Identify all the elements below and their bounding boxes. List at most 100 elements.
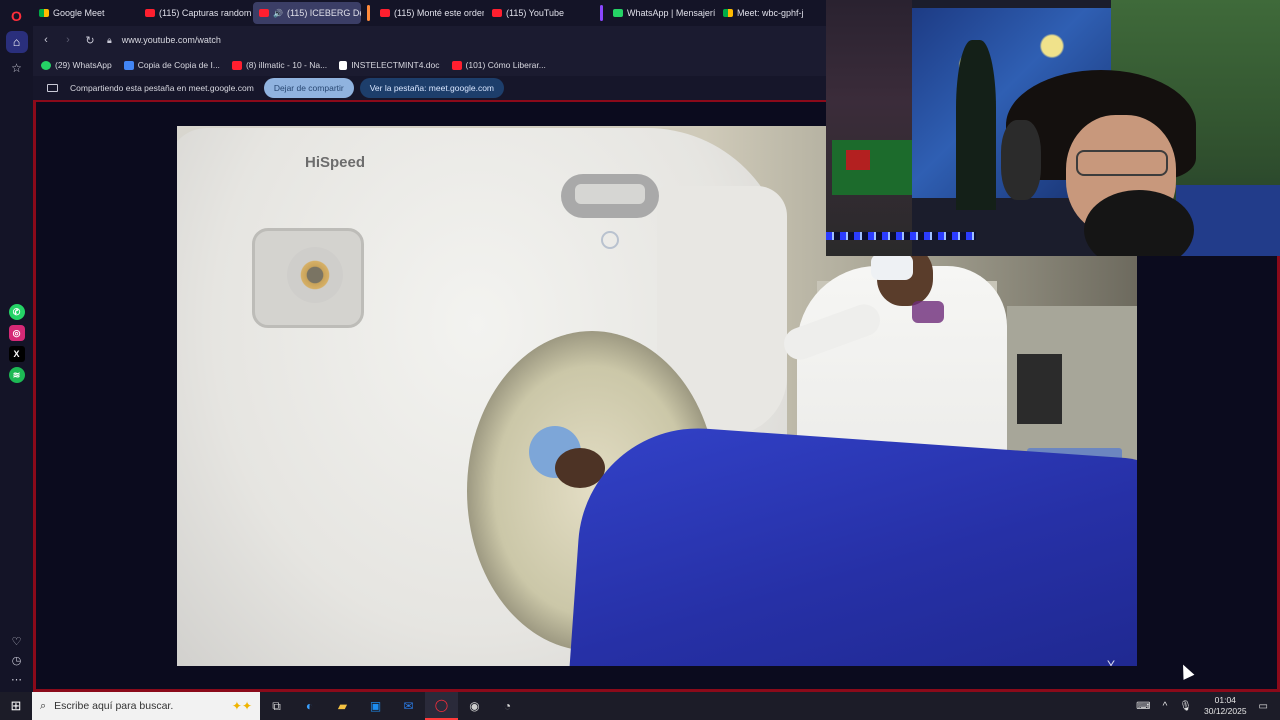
obs-icon[interactable]: ◉ — [458, 692, 491, 720]
scanner-display — [561, 174, 659, 218]
streamer-glasses — [1076, 150, 1168, 176]
x-twitter-icon[interactable]: X — [8, 346, 25, 362]
screen: O ⌂ ☆ ✆ ◎ X ≋ ♡ ◷ ⋯ Google Meet (115) Ca… — [0, 0, 1280, 720]
search-icon: ⌕ — [40, 699, 47, 712]
clock-time: 01:04 — [1214, 695, 1236, 705]
tab-label: (115) YouTube — [506, 8, 565, 18]
bookmark-label: (101) Cómo Liberar... — [465, 60, 546, 70]
youtube-icon — [492, 9, 502, 17]
tab-capturas[interactable]: (115) Capturas random sin — [139, 2, 251, 24]
opera-taskbar-icon[interactable]: ◯ — [425, 692, 458, 720]
speaker-icon: 🔊 — [273, 8, 283, 18]
tab-group-marker — [600, 5, 603, 21]
youtube-icon — [231, 60, 242, 70]
notifications-icon[interactable]: ▭ — [1259, 701, 1268, 712]
bookmark-label: Copia de Copia de I... — [137, 60, 220, 70]
tab-label: Meet: wbc-gphf-j — [737, 8, 804, 18]
search-placeholder: Escribe aquí para buscar. — [54, 700, 174, 712]
webcam-shelf — [832, 140, 912, 195]
youtube-icon — [380, 9, 390, 17]
whatsapp-icon — [41, 60, 51, 70]
bookmark-item[interactable]: INSTELECTMINT4.doc — [339, 60, 440, 70]
bookmark-item[interactable]: (8) illmatic - 10 - Na... — [231, 60, 328, 70]
taskbar-search[interactable]: ⌕ Escribe aquí para buscar. ✦✦ — [32, 692, 260, 720]
tab-whatsapp[interactable]: WhatsApp | Mensajería y — [607, 2, 715, 24]
ge-logo-icon — [601, 231, 619, 249]
youtube-icon — [259, 9, 269, 17]
whatsapp-icon — [613, 9, 623, 17]
tab-monte[interactable]: (115) Monté este ordenad — [374, 2, 484, 24]
address-bar: ‹ › ↻ 🔒︎ www.youtube.com/watch — [33, 26, 826, 54]
sidebar-apps: ✆ ◎ X ≋ — [0, 304, 33, 383]
app-icon[interactable]: ◔ — [491, 692, 524, 720]
sharing-status-text: Compartiendo esta pestaña en meet.google… — [70, 83, 254, 93]
file-explorer-icon[interactable]: ▰ — [326, 692, 359, 720]
screen-share-icon — [47, 84, 58, 92]
heart-icon[interactable]: ♡ — [12, 635, 22, 648]
more-icon[interactable]: ⋯ — [11, 673, 22, 686]
spotify-icon[interactable]: ≋ — [8, 367, 25, 383]
edge-icon[interactable]: ◐ — [293, 692, 326, 720]
forward-icon[interactable]: › — [57, 34, 79, 46]
bookmarks-bar: (29) WhatsApp Copia de Copia de I... (8)… — [33, 54, 826, 76]
tab-sharing-bar: Compartiendo esta pestaña en meet.google… — [33, 76, 826, 100]
tab-label: (115) Monté este ordenad — [394, 8, 484, 18]
scanner-control-panel — [252, 228, 364, 328]
video-watermark: Y. — [1107, 658, 1117, 666]
view-tab-button[interactable]: Ver la pestaña: meet.google.com — [359, 78, 505, 98]
tab-meet-call[interactable]: Meet: wbc-gphf-j — [717, 2, 817, 24]
youtube-icon — [145, 9, 155, 17]
webcam-overlay — [826, 0, 1280, 256]
clock[interactable]: 01:04 30/12/2025 — [1204, 695, 1247, 717]
tab-strip: Google Meet (115) Capturas random sin 🔊 … — [33, 0, 826, 26]
lock-icon: 🔒︎ — [107, 34, 112, 45]
windows-start-icon[interactable]: ⊞ — [0, 692, 32, 720]
mail-icon[interactable]: ✉ — [392, 692, 425, 720]
tab-youtube[interactable]: (115) YouTube — [486, 2, 594, 24]
bookmark-item[interactable]: (101) Cómo Liberar... — [451, 60, 546, 70]
webcam-wall — [826, 0, 912, 256]
coat-logo — [912, 301, 944, 323]
tab-label: (115) ICEBERG De CA — [286, 8, 361, 18]
scanner-brand-text: HiSpeed — [305, 154, 366, 171]
browser-sidebar: O ⌂ ☆ ✆ ◎ X ≋ ♡ ◷ ⋯ — [0, 0, 33, 692]
meet-icon — [723, 9, 733, 17]
tab-google-meet[interactable]: Google Meet — [33, 2, 137, 24]
document-icon — [339, 60, 348, 70]
tab-label: WhatsApp | Mensajería y — [627, 8, 715, 18]
headphones-icon — [1001, 120, 1041, 200]
chevron-up-icon[interactable]: ^ — [1163, 701, 1168, 712]
store-icon[interactable]: ▣ — [359, 692, 392, 720]
patient-blanket — [568, 420, 1137, 666]
docs-icon — [123, 60, 134, 70]
opera-logo-icon[interactable]: O — [6, 5, 28, 27]
reload-icon[interactable]: ↻ — [79, 34, 101, 47]
home-icon[interactable]: ⌂ — [5, 31, 28, 53]
url-field[interactable]: 🔒︎ www.youtube.com/watch — [107, 35, 221, 46]
microphone-tray-icon[interactable]: 🎙︎ — [1179, 701, 1192, 712]
stop-sharing-button[interactable]: Dejar de compartir — [263, 78, 354, 98]
windows-taskbar: ⊞ ⌕ Escribe aquí para buscar. ✦✦ ⧉ ◐ ▰ ▣… — [0, 692, 1280, 720]
history-icon[interactable]: ◷ — [12, 654, 22, 667]
meet-icon — [39, 9, 49, 17]
bookmark-item[interactable]: Copia de Copia de I... — [123, 60, 220, 70]
star-icon[interactable]: ☆ — [6, 57, 28, 79]
url-text: www.youtube.com/watch — [121, 35, 221, 45]
painting-cypress — [956, 40, 996, 210]
bookmark-item[interactable]: (29) WhatsApp — [41, 60, 112, 70]
bookmark-label: (8) illmatic - 10 - Na... — [245, 60, 328, 70]
task-view-icon[interactable]: ⧉ — [260, 692, 293, 720]
back-icon[interactable]: ‹ — [35, 34, 57, 46]
bookmark-label: INSTELECTMINT4.doc — [351, 60, 440, 70]
whatsapp-icon[interactable]: ✆ — [8, 304, 25, 320]
tab-iceberg[interactable]: 🔊 (115) ICEBERG De CA — [253, 2, 361, 24]
video-monitor — [1017, 354, 1062, 424]
sidebar-bottom: ♡ ◷ ⋯ — [0, 635, 33, 686]
keyboard-icon[interactable]: ⌨ — [1136, 701, 1150, 712]
instagram-icon[interactable]: ◎ — [8, 325, 25, 341]
tab-label: (115) Capturas random sin — [159, 8, 251, 18]
system-tray: ⌨ ^ 🎙︎ 01:04 30/12/2025 ▭ — [1136, 695, 1280, 717]
copilot-sparkle-icon: ✦✦ — [231, 699, 252, 713]
tab-group-marker — [367, 5, 370, 21]
clock-date: 30/12/2025 — [1204, 706, 1247, 716]
